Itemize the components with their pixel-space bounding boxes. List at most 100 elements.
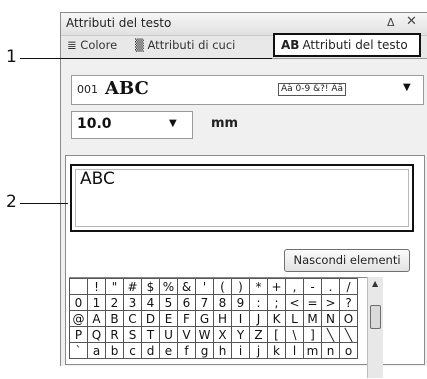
char-cell[interactable]: B [105, 310, 124, 327]
char-cell[interactable]: ╲ [321, 326, 340, 343]
char-cell[interactable]: o [339, 342, 358, 359]
char-cell[interactable]: d [141, 342, 160, 359]
char-cell[interactable]: A [87, 310, 106, 327]
char-cell[interactable]: * [249, 278, 268, 295]
char-cell[interactable]: Q [87, 326, 106, 343]
char-cell[interactable]: P [69, 326, 88, 343]
char-cell[interactable]: - [303, 278, 322, 295]
tab-attributi-di-cucitura[interactable]: ▒ Attributi di cuci [135, 38, 235, 52]
char-cell[interactable]: b [105, 342, 124, 359]
char-cell[interactable]: K [267, 310, 286, 327]
text-input[interactable]: ABC [70, 164, 414, 232]
char-cell[interactable]: J [249, 310, 268, 327]
char-cell[interactable]: % [159, 278, 178, 295]
char-cell[interactable]: O [339, 310, 358, 327]
char-cell[interactable]: M [303, 310, 322, 327]
char-cell[interactable]: 8 [213, 294, 232, 311]
char-cell[interactable]: ' [195, 278, 214, 295]
char-cell[interactable]: " [105, 278, 124, 295]
char-cell[interactable]: 6 [177, 294, 196, 311]
font-number: 001 [77, 83, 98, 96]
char-cell[interactable]: X [213, 326, 232, 343]
pin-icon[interactable]: Δ [387, 16, 395, 29]
char-cell[interactable]: : [249, 294, 268, 311]
char-cell[interactable]: e [159, 342, 178, 359]
char-cell[interactable]: 1 [87, 294, 106, 311]
font-name-preview: ABC [105, 78, 149, 99]
char-cell[interactable]: Z [249, 326, 268, 343]
callout-1-label: 1 [6, 47, 17, 67]
close-icon[interactable]: ✕ [406, 14, 417, 29]
char-cell[interactable]: ` [69, 342, 88, 359]
tab-attributi-del-testo[interactable]: AB Attributi del testo [273, 33, 421, 57]
char-cell[interactable]: < [285, 294, 304, 311]
chevron-down-icon[interactable]: ▼ [169, 118, 177, 129]
char-cell[interactable]: @ [69, 310, 88, 327]
char-cell[interactable]: E [159, 310, 178, 327]
char-cell[interactable]: + [267, 278, 286, 295]
char-cell[interactable]: H [213, 310, 232, 327]
char-cell[interactable]: n [321, 342, 340, 359]
char-cell[interactable]: ? [339, 294, 358, 311]
char-cell[interactable]: h [213, 342, 232, 359]
char-cell[interactable]: $ [141, 278, 160, 295]
char-cell[interactable]: Y [231, 326, 250, 343]
chevron-down-icon[interactable]: ▼ [403, 82, 411, 93]
scroll-thumb[interactable] [370, 305, 381, 329]
char-cell[interactable]: 9 [231, 294, 250, 311]
char-cell[interactable]: T [141, 326, 160, 343]
char-cell[interactable]: [ [267, 326, 286, 343]
char-cell[interactable]: f [177, 342, 196, 359]
character-grid-scrollbar[interactable]: ▲ [367, 277, 383, 378]
char-cell[interactable]: W [195, 326, 214, 343]
char-cell[interactable]: \ [285, 326, 304, 343]
char-cell[interactable]: D [141, 310, 160, 327]
size-select[interactable]: 10.0 ▼ [71, 111, 193, 139]
tab-colore[interactable]: ≣ Colore [67, 38, 117, 52]
scroll-up-arrow-icon[interactable]: ▲ [372, 279, 378, 288]
char-cell[interactable]: c [123, 342, 142, 359]
char-cell[interactable]: 7 [195, 294, 214, 311]
char-cell[interactable]: , [285, 278, 304, 295]
char-cell[interactable]: & [177, 278, 196, 295]
char-cell[interactable]: R [105, 326, 124, 343]
char-cell[interactable]: a [87, 342, 106, 359]
char-cell[interactable]: ; [267, 294, 286, 311]
char-cell[interactable]: 4 [141, 294, 160, 311]
char-cell[interactable]: i [231, 342, 250, 359]
char-cell[interactable]: ! [87, 278, 106, 295]
text-tab-icon: AB [281, 38, 300, 52]
font-select[interactable]: 001 ABC Aà 0-9 &?! Ää ▼ [71, 75, 424, 105]
char-cell[interactable]: I [231, 310, 250, 327]
char-cell[interactable]: N [321, 310, 340, 327]
char-cell[interactable]: k [267, 342, 286, 359]
char-cell[interactable]: L [285, 310, 304, 327]
char-cell[interactable]: V [177, 326, 196, 343]
char-cell[interactable]: ( [213, 278, 232, 295]
char-cell[interactable]: m [303, 342, 322, 359]
char-cell[interactable]: F [177, 310, 196, 327]
char-cell[interactable]: / [339, 278, 358, 295]
char-cell[interactable]: > [321, 294, 340, 311]
char-cell[interactable]: 0 [69, 294, 88, 311]
char-cell[interactable]: j [249, 342, 268, 359]
char-cell[interactable]: S [123, 326, 142, 343]
char-cell[interactable]: C [123, 310, 142, 327]
char-cell[interactable]: U [159, 326, 178, 343]
stitch-tab-icon: ▒ [135, 38, 144, 52]
char-cell[interactable]: ] [303, 326, 322, 343]
char-cell[interactable]: ) [231, 278, 250, 295]
char-cell[interactable]: l [285, 342, 304, 359]
char-cell[interactable]: g [195, 342, 214, 359]
hide-elements-button[interactable]: Nascondi elementi [284, 249, 410, 272]
char-cell[interactable]: = [303, 294, 322, 311]
char-cell[interactable]: G [195, 310, 214, 327]
char-cell[interactable]: ╲ [339, 326, 358, 343]
char-cell[interactable]: 2 [105, 294, 124, 311]
char-cell[interactable]: 5 [159, 294, 178, 311]
char-grid-row: @ A B C D E F G H I J K L M N O [69, 310, 358, 327]
char-cell[interactable]: 3 [123, 294, 142, 311]
char-cell[interactable] [69, 278, 88, 295]
char-cell[interactable]: . [321, 278, 340, 295]
char-cell[interactable]: # [123, 278, 142, 295]
